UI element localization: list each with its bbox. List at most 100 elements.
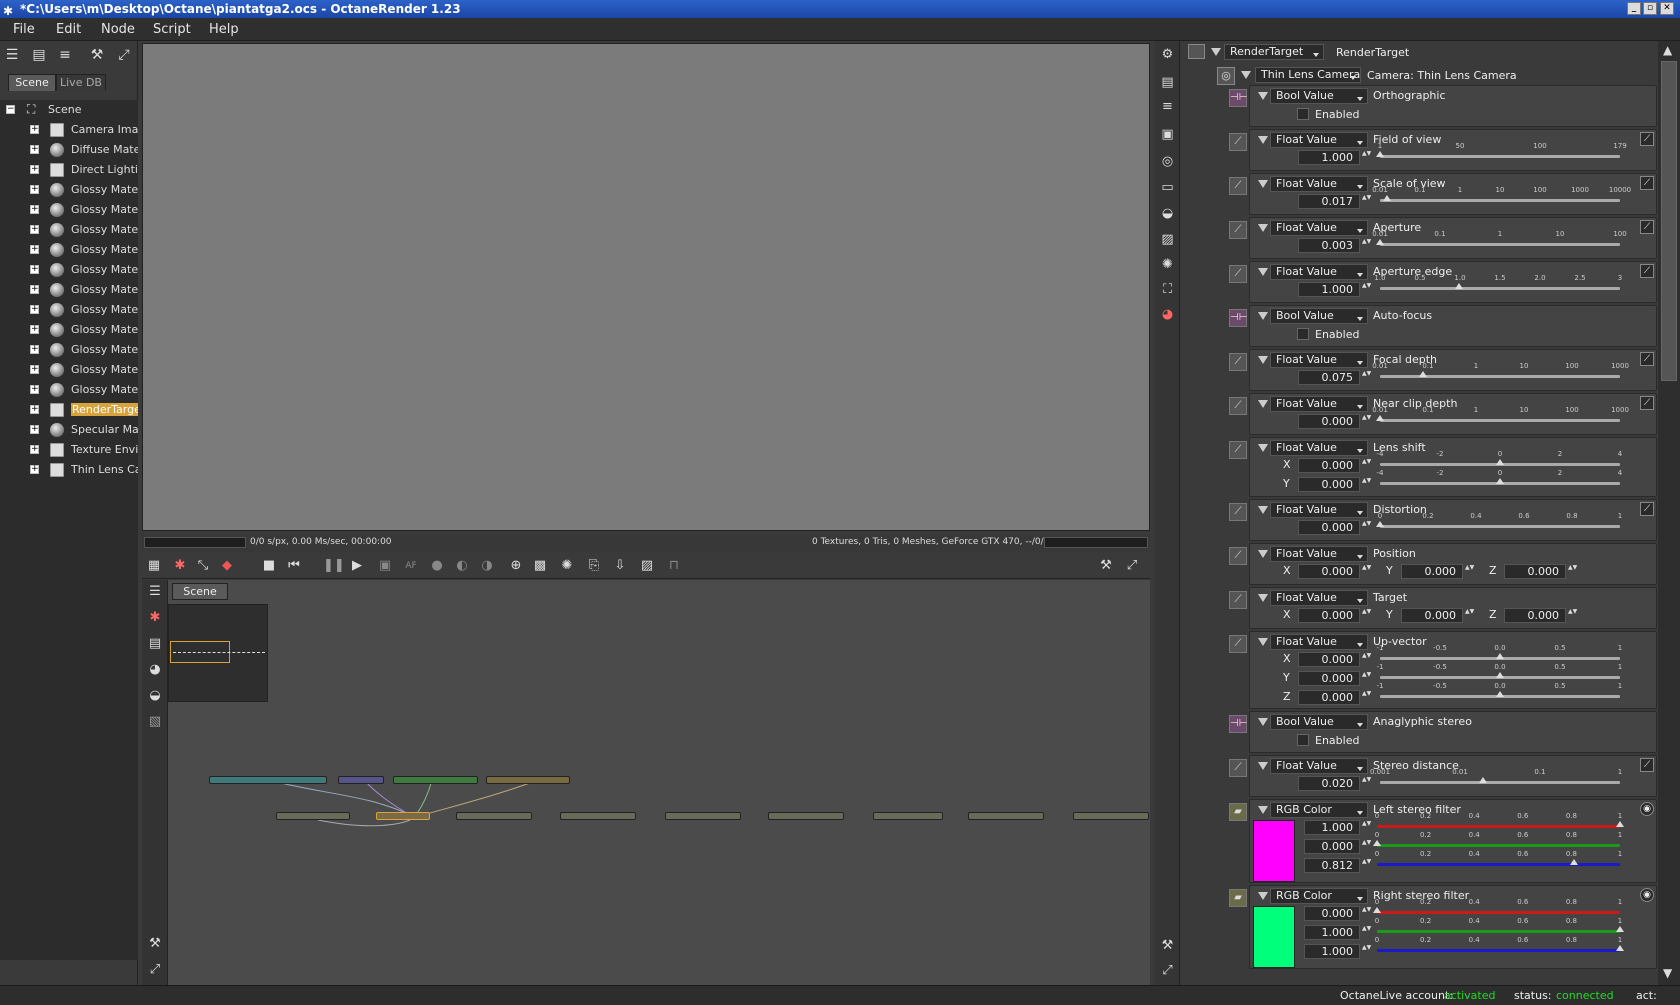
- menu-help[interactable]: Help: [209, 22, 239, 37]
- slider-thumb[interactable]: [1376, 521, 1384, 527]
- color-pick-icon[interactable]: ●: [428, 557, 446, 575]
- slider-thumb[interactable]: [1376, 151, 1384, 157]
- tree-item[interactable]: + Glossy Materia: [0, 200, 138, 220]
- collapse-icon[interactable]: [1241, 71, 1251, 79]
- sphere-icon[interactable]: ◒: [146, 687, 164, 705]
- value-field[interactable]: 0.020: [1298, 776, 1360, 791]
- spinner-icon[interactable]: ▲▼: [1362, 564, 1371, 579]
- attr-type-dropdown[interactable]: Float Value: [1270, 220, 1368, 236]
- collapse-icon[interactable]: [1258, 806, 1268, 814]
- collapse-icon[interactable]: [1258, 550, 1268, 558]
- collapse-icon[interactable]: [1258, 312, 1268, 320]
- red-channel-slider[interactable]: 0 0.2 0.4 0.6 0.8 1: [1375, 812, 1624, 832]
- value-slider[interactable]: 1 50 100 179: [1376, 142, 1627, 162]
- spinner-icon[interactable]: ▲▼: [1362, 370, 1371, 385]
- value-field-red[interactable]: 0.000: [1304, 906, 1360, 921]
- wrench-icon[interactable]: ⚒: [146, 935, 164, 953]
- expand-icon[interactable]: +: [30, 125, 39, 134]
- up-vector-x-slider[interactable]: -1 -0.5 0.0 0.5 1: [1377, 644, 1622, 664]
- attr-type-dropdown[interactable]: RGB Color: [1270, 802, 1368, 818]
- hdr-icon[interactable]: ▧: [146, 713, 164, 731]
- lens-shift-y-slider[interactable]: -4 -2 0 2 4: [1377, 469, 1622, 489]
- eye-icon[interactable]: ◉: [1640, 802, 1654, 816]
- tree-item[interactable]: + Glossy Materia: [0, 340, 138, 360]
- float-icon[interactable]: ⟋: [1229, 133, 1247, 151]
- camera-view-icon[interactable]: ▦: [145, 557, 163, 575]
- tree-item[interactable]: + Diffuse Materi: [0, 140, 138, 160]
- value-field-y[interactable]: 0.000: [1401, 564, 1463, 579]
- attr-type-dropdown[interactable]: Float Value: [1270, 758, 1368, 774]
- graph-node-camera-imager[interactable]: [486, 776, 570, 784]
- slider-track[interactable]: [1377, 949, 1620, 952]
- slider-track[interactable]: [1380, 781, 1620, 784]
- attr-type-dropdown[interactable]: Float Value: [1270, 132, 1368, 148]
- expand-icon[interactable]: +: [30, 145, 39, 154]
- color-swatch[interactable]: [1253, 906, 1295, 968]
- graph-node-material[interactable]: [276, 812, 350, 820]
- collapse-icon[interactable]: [1258, 180, 1268, 188]
- value-field[interactable]: 0.017: [1298, 194, 1360, 209]
- rendertarget-type-dropdown[interactable]: RenderTarget: [1224, 44, 1324, 60]
- autofocus-icon[interactable]: AF: [402, 557, 420, 575]
- list-icon[interactable]: ≡: [56, 46, 74, 64]
- tree-item[interactable]: + Glossy Materia: [0, 280, 138, 300]
- expand-icon[interactable]: +: [30, 325, 39, 334]
- slider-thumb[interactable]: [1569, 859, 1578, 865]
- recenter-icon[interactable]: ⤡: [194, 557, 212, 575]
- spinner-icon[interactable]: ▲▼: [1362, 414, 1371, 429]
- slider-thumb[interactable]: [1496, 459, 1504, 465]
- clay-icon[interactable]: ▩: [531, 557, 549, 575]
- curve-icon[interactable]: ⟋: [1640, 758, 1654, 772]
- attr-type-dropdown[interactable]: Float Value: [1270, 590, 1368, 606]
- slider-track[interactable]: [1380, 243, 1620, 246]
- export-icon[interactable]: ⇩: [611, 557, 629, 575]
- value-field-blue[interactable]: 0.812: [1304, 858, 1360, 873]
- collapse-icon[interactable]: [1211, 48, 1221, 56]
- curve-icon[interactable]: ⟋: [1640, 502, 1654, 516]
- wrench-icon[interactable]: ⚒: [1097, 557, 1115, 575]
- value-field[interactable]: 0.000: [1298, 414, 1360, 429]
- collapse-icon[interactable]: [1258, 594, 1268, 602]
- curve-icon[interactable]: ⟋: [1640, 396, 1654, 410]
- value-field-blue[interactable]: 1.000: [1304, 944, 1360, 959]
- float-icon[interactable]: ⟋: [1229, 503, 1247, 521]
- tree-item[interactable]: + Thin Lens Can: [0, 460, 138, 480]
- spinner-icon[interactable]: ▲▼: [1362, 906, 1371, 921]
- menu-file[interactable]: File: [13, 22, 35, 37]
- outliner-icon[interactable]: ☰: [3, 46, 21, 64]
- attr-type-dropdown[interactable]: Bool Value: [1270, 714, 1368, 730]
- attr-type-dropdown[interactable]: Bool Value: [1270, 88, 1368, 104]
- tree-item[interactable]: + Specular Mate: [0, 420, 138, 440]
- panel-icon[interactable]: ▭: [1158, 178, 1177, 197]
- menu-node[interactable]: Node: [101, 22, 135, 37]
- float-icon[interactable]: ⟋: [1229, 759, 1247, 777]
- spinner-icon[interactable]: ▲▼: [1362, 858, 1371, 873]
- value-slider[interactable]: 0.01 0.1 1 10 100: [1372, 230, 1627, 250]
- slider-track[interactable]: [1380, 419, 1620, 422]
- collapse-icon[interactable]: [1258, 444, 1268, 452]
- outliner-icon[interactable]: ☰: [146, 583, 164, 601]
- green-channel-slider[interactable]: 0 0.2 0.4 0.6 0.8 1: [1373, 831, 1622, 851]
- tree-item[interactable]: + Glossy Materia: [0, 360, 138, 380]
- slider-track[interactable]: [1377, 863, 1620, 866]
- tab-live-db[interactable]: Live DB: [56, 74, 106, 91]
- attr-type-dropdown[interactable]: RGB Color: [1270, 888, 1368, 904]
- tree-item[interactable]: + Glossy Materia: [0, 180, 138, 200]
- value-slider[interactable]: 1.0 0.5 1.0 1.5 2.0 2.5 3: [1374, 274, 1622, 294]
- wrench-icon[interactable]: ⚒: [1158, 936, 1177, 955]
- slider-thumb[interactable]: [1455, 283, 1464, 289]
- collapse-icon[interactable]: [1258, 400, 1268, 408]
- sun-icon[interactable]: ✺: [558, 557, 576, 575]
- expand-icon[interactable]: +: [30, 405, 39, 414]
- expand-icon[interactable]: +: [30, 165, 39, 174]
- expand-icon[interactable]: +: [30, 385, 39, 394]
- value-field[interactable]: 0.000: [1298, 520, 1360, 535]
- tree-root[interactable]: − ⛶ Scene: [0, 100, 138, 120]
- value-field-x[interactable]: 0.000: [1298, 652, 1360, 667]
- collapse-icon[interactable]: −: [6, 105, 15, 114]
- tree-item[interactable]: + Glossy Materia: [0, 380, 138, 400]
- close-button[interactable]: ✕: [1660, 2, 1674, 15]
- material-pick-icon[interactable]: ◑: [478, 557, 496, 575]
- graph-node-direct-lighting[interactable]: [393, 776, 478, 784]
- value-field-x[interactable]: 0.000: [1298, 458, 1360, 473]
